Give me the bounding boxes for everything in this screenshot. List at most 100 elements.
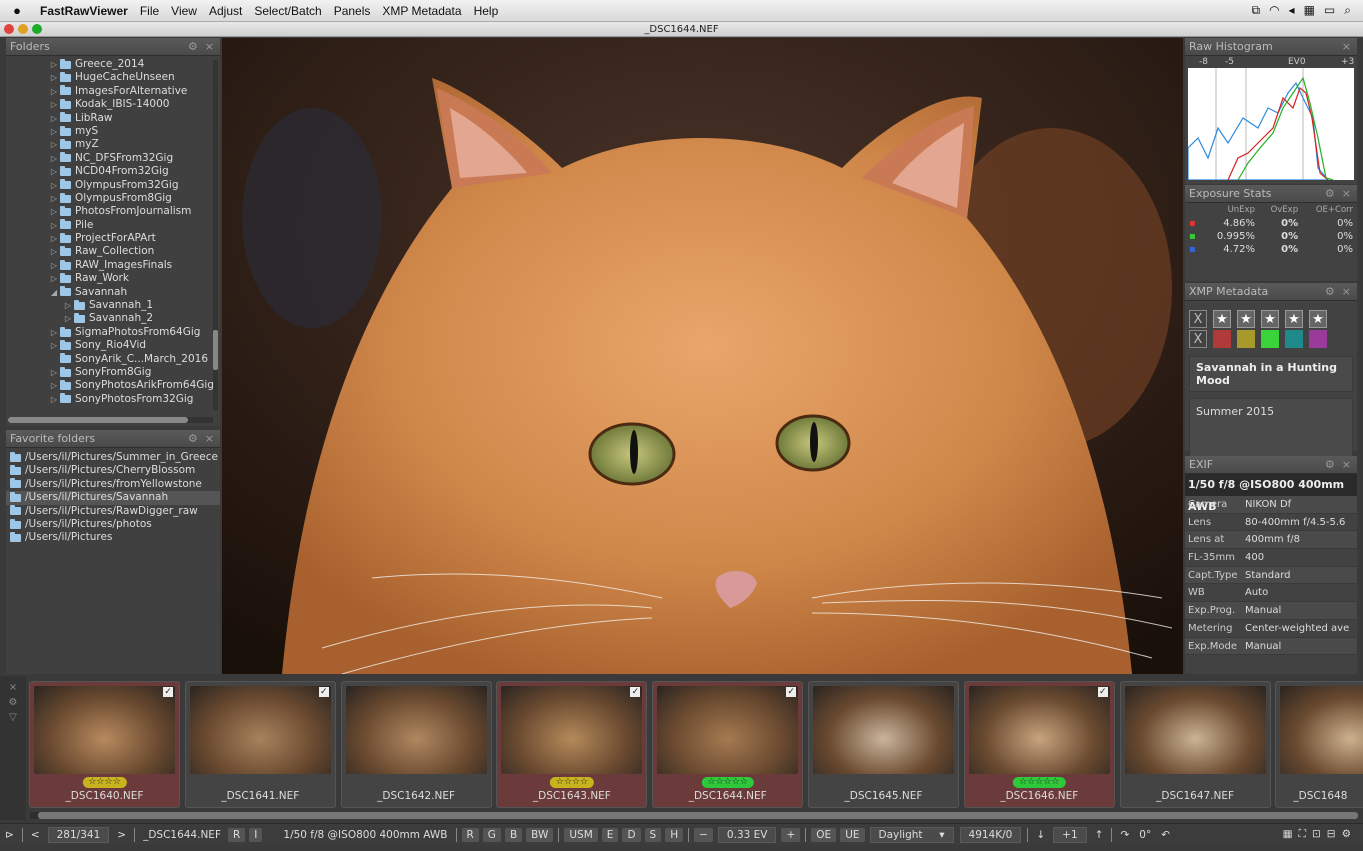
- ev-field[interactable]: 0.33 EV: [717, 826, 777, 843]
- folder-tree-scrollbar[interactable]: [213, 60, 218, 410]
- folder-item[interactable]: ▷ HugeCacheUnseen: [6, 71, 220, 84]
- selected-checkbox-icon[interactable]: ✓: [630, 687, 641, 697]
- clear-color-button[interactable]: X: [1189, 330, 1207, 348]
- folder-item[interactable]: ▷ SonyFrom8Gig: [6, 366, 220, 379]
- gear-icon[interactable]: ⚙: [1325, 456, 1335, 474]
- expand-icon[interactable]: ▷: [48, 152, 60, 165]
- close-icon[interactable]: ×: [1342, 185, 1351, 203]
- expand-icon[interactable]: ◢: [48, 286, 60, 299]
- favorite-folder-item[interactable]: /Users/il/Pictures/Savannah: [6, 491, 220, 505]
- image-counter[interactable]: 281/341: [47, 826, 110, 843]
- arrow-up-icon[interactable]: ↑: [1090, 829, 1109, 841]
- folder-item[interactable]: ▷ LibRaw: [6, 112, 220, 125]
- favorite-folder-item[interactable]: /Users/il/Pictures: [6, 531, 220, 544]
- expand-icon[interactable]: ▷: [48, 393, 60, 406]
- gear-icon[interactable]: ⚙: [1325, 185, 1335, 203]
- white-balance-select[interactable]: Daylight ▾: [869, 826, 954, 843]
- close-icon[interactable]: ×: [1342, 38, 1351, 56]
- expand-icon[interactable]: ▷: [48, 219, 60, 232]
- folder-item[interactable]: ▷ PhotosFromJournalism: [6, 205, 220, 218]
- arrow-down-icon[interactable]: ↓: [1031, 829, 1050, 841]
- undo-icon[interactable]: ↶: [1156, 829, 1175, 841]
- folder-tree-hscrollbar[interactable]: [8, 417, 213, 423]
- expand-icon[interactable]: ▷: [62, 299, 74, 312]
- channel-bw-button[interactable]: BW: [526, 827, 554, 842]
- expand-icon[interactable]: ▷: [48, 179, 60, 192]
- expand-icon[interactable]: ▷: [48, 58, 60, 71]
- filmstrip-thumbnail[interactable]: ✓ ☆☆☆☆☆ _DSC1644.NEF: [652, 681, 804, 808]
- minimize-window-button[interactable]: [18, 24, 28, 34]
- menu-help[interactable]: Help: [468, 4, 505, 18]
- color-label-button[interactable]: [1237, 330, 1255, 348]
- usm-button[interactable]: USM: [564, 827, 598, 842]
- expand-icon[interactable]: ▷: [48, 245, 60, 258]
- kelvin-field[interactable]: 4914K/0: [959, 826, 1022, 843]
- expand-icon[interactable]: ▷: [62, 312, 74, 325]
- selected-checkbox-icon[interactable]: ✓: [318, 687, 329, 697]
- folder-item[interactable]: ▷ ImagesForAlternative: [6, 85, 220, 98]
- close-icon[interactable]: ×: [205, 38, 214, 56]
- menu-xmp-metadata[interactable]: XMP Metadata: [376, 4, 467, 18]
- menu-view[interactable]: View: [165, 4, 203, 18]
- color-label-button[interactable]: [1285, 330, 1303, 348]
- folder-item[interactable]: ▷ OlympusFrom8Gig: [6, 192, 220, 205]
- folder-item[interactable]: ▷ SonyPhotosArikFrom64Gig: [6, 379, 220, 392]
- folder-item[interactable]: ▷ Kodak_IBIS-14000: [6, 98, 220, 111]
- gear-icon[interactable]: ⚙: [1325, 283, 1335, 301]
- mode-e-button[interactable]: E: [601, 827, 619, 842]
- search-icon[interactable]: ⌕: [1344, 3, 1351, 18]
- favorites-list[interactable]: /Users/il/Pictures/Summer_in_Greece/User…: [6, 448, 220, 545]
- expand-icon[interactable]: ▷: [48, 85, 60, 98]
- info-panel-icon[interactable]: ⊡: [1312, 828, 1321, 841]
- folder-item[interactable]: ▷ Savannah_2: [6, 312, 220, 325]
- fullscreen-icon[interactable]: ⛶: [1299, 828, 1306, 841]
- favorite-folder-item[interactable]: /Users/il/Pictures/RawDigger_raw: [6, 505, 220, 518]
- filmstrip-thumbnail[interactable]: ✓ ☆☆☆☆ _DSC1640.NEF: [29, 681, 180, 808]
- filmstrip-thumbnail[interactable]: ✓ _DSC1641.NEF: [184, 681, 336, 808]
- rating-star-1-button[interactable]: ★: [1213, 310, 1231, 328]
- expand-icon[interactable]: ▷: [48, 138, 60, 151]
- folder-item[interactable]: ▷ Savannah_1: [6, 299, 220, 312]
- close-icon[interactable]: ×: [1342, 283, 1351, 301]
- expand-icon[interactable]: ▷: [48, 98, 60, 111]
- rating-star-4-button[interactable]: ★: [1285, 310, 1303, 328]
- menu-select-batch[interactable]: Select/Batch: [248, 4, 327, 18]
- close-icon[interactable]: ×: [205, 430, 214, 448]
- expand-icon[interactable]: ▷: [48, 125, 60, 138]
- folder-item[interactable]: ▷ Sony_Rio4Vid: [6, 339, 220, 352]
- selected-checkbox-icon[interactable]: ✓: [786, 687, 797, 697]
- filmstrip-thumbnail[interactable]: ✓ ☆☆☆☆ _DSC1643.NEF: [496, 681, 648, 808]
- folder-item[interactable]: ▷ NCD04From32Gig: [6, 165, 220, 178]
- channel-b-button[interactable]: B: [504, 827, 523, 842]
- grid-view-icon[interactable]: ▦: [1283, 828, 1293, 841]
- expand-icon[interactable]: ▷: [48, 366, 60, 379]
- flag-icon[interactable]: ▦: [1304, 3, 1315, 18]
- rating-star-3-button[interactable]: ★: [1261, 310, 1279, 328]
- ev-minus-button[interactable]: −: [694, 827, 713, 842]
- folder-item[interactable]: ▷ myZ: [6, 138, 220, 151]
- apple-icon[interactable]: ●: [0, 3, 34, 18]
- rating-star-2-button[interactable]: ★: [1237, 310, 1255, 328]
- dropbox-icon[interactable]: ⧉: [1251, 3, 1260, 18]
- folder-item[interactable]: ◢ Savannah: [6, 286, 220, 299]
- filmstrip-thumbnail[interactable]: _DSC1647.NEF: [1119, 681, 1271, 808]
- expand-icon[interactable]: ▷: [48, 326, 60, 339]
- next-image-button[interactable]: >: [112, 829, 131, 841]
- expand-icon[interactable]: ▷: [48, 232, 60, 245]
- app-menu[interactable]: FastRawViewer: [34, 4, 134, 18]
- expand-icon[interactable]: ▷: [48, 71, 60, 84]
- rating-star-5-button[interactable]: ★: [1309, 310, 1327, 328]
- folder-tree[interactable]: ▷ Greece_2014 ▷ HugeCacheUnseen ▷ ImagesForAl…: [6, 56, 220, 408]
- channel-r-button[interactable]: R: [461, 827, 479, 842]
- channel-g-button[interactable]: G: [482, 827, 501, 842]
- folder-item[interactable]: ▷ OlympusFrom32Gig: [6, 179, 220, 192]
- prev-image-button[interactable]: <: [26, 829, 45, 841]
- gear-icon[interactable]: ⚙: [188, 38, 198, 56]
- gear-icon[interactable]: ⚙: [9, 697, 18, 708]
- volume-icon[interactable]: ◂: [1289, 3, 1295, 18]
- expand-icon[interactable]: ▷: [48, 272, 60, 285]
- gear-icon[interactable]: ⚙: [188, 430, 198, 448]
- filmstrip-scrollbar[interactable]: [30, 812, 1358, 819]
- menu-panels[interactable]: Panels: [328, 4, 377, 18]
- open-folder-icon[interactable]: ⊳: [0, 829, 19, 841]
